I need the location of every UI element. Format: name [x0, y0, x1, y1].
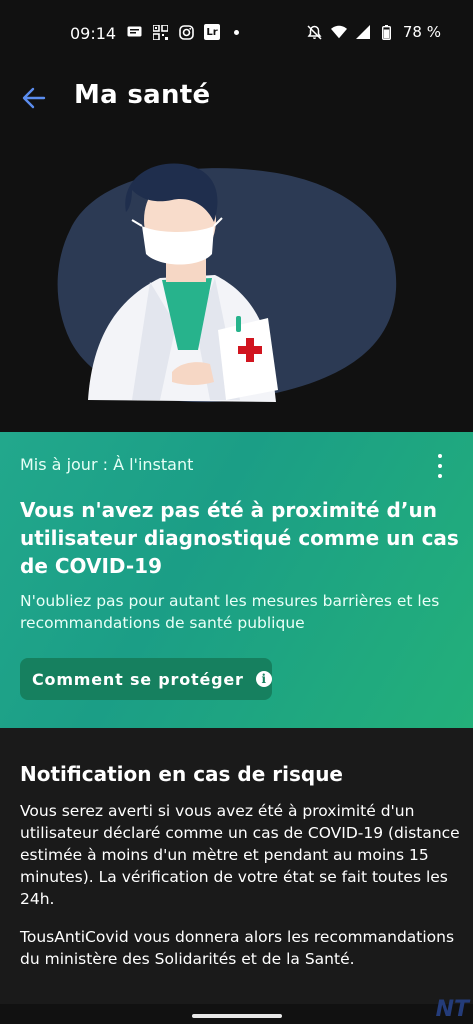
watermark-logo: NT	[435, 997, 469, 1022]
status-system-icons: 78 %	[307, 23, 441, 41]
status-notification-icons: Lr	[126, 24, 239, 40]
risk-notification-section: Notification en cas de risque Vous serez…	[0, 728, 473, 1004]
more-options-button[interactable]	[433, 454, 447, 478]
info-icon: i	[255, 671, 272, 687]
status-subtitle: N'oubliez pas pour autant les mesures ba…	[20, 592, 440, 632]
section-title: Notification en cas de risque	[20, 762, 343, 786]
page-title: Ma santé	[74, 80, 211, 110]
status-bar: 09:14 Lr 78 %	[0, 0, 473, 66]
how-to-protect-button[interactable]: Comment se protéger i	[20, 658, 272, 700]
dot-icon	[234, 29, 239, 35]
exposure-status-card: Mis à jour : À l'instant Vous n'avez pas…	[0, 432, 473, 728]
how-to-protect-label: Comment se protéger	[32, 669, 244, 689]
signal-icon	[355, 24, 371, 40]
lightroom-icon: Lr	[204, 24, 220, 40]
doctor-illustration	[0, 150, 473, 420]
mute-icon	[307, 24, 323, 40]
battery-icon	[379, 24, 395, 40]
arrow-left-icon	[22, 87, 46, 109]
status-headline: Vous n'avez pas été à proximité d’un uti…	[20, 498, 459, 578]
notification-description: Vous serez averti si vous avez été à pro…	[20, 802, 460, 908]
instagram-icon	[178, 24, 194, 40]
home-indicator[interactable]	[192, 1014, 282, 1018]
app-header: Ma santé	[0, 66, 473, 130]
last-updated-text: Mis à jour : À l'instant	[20, 455, 194, 474]
qr-icon	[152, 24, 168, 40]
back-button[interactable]	[18, 82, 50, 114]
status-time: 09:14	[70, 24, 117, 43]
battery-percent: 78 %	[402, 23, 441, 41]
notification-recommendations: TousAntiCovid vous donnera alors les rec…	[20, 928, 455, 968]
wifi-icon	[330, 24, 347, 40]
more-vert-icon	[438, 454, 442, 458]
message-icon	[126, 24, 142, 40]
